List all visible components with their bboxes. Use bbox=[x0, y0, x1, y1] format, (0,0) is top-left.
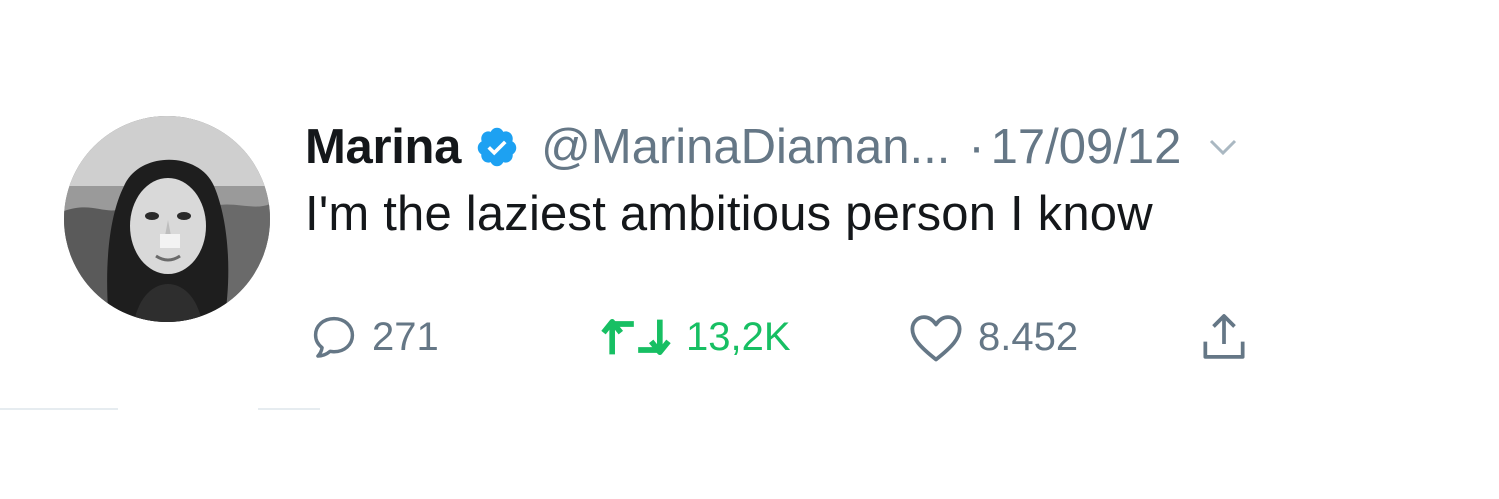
reply-button[interactable]: 271 bbox=[308, 307, 439, 367]
like-count: 8.452 bbox=[978, 314, 1079, 359]
tweet-date[interactable]: 17/09/12 bbox=[991, 119, 1182, 175]
divider-line bbox=[258, 408, 320, 410]
verified-badge-icon bbox=[475, 125, 519, 169]
reply-bubble-icon bbox=[313, 316, 355, 358]
tweet-card[interactable]: Marina @MarinaDiaman... · 17/09/12 I'm t… bbox=[0, 0, 1499, 499]
reply-count: 271 bbox=[372, 314, 439, 359]
author-handle[interactable]: @MarinaDiaman... bbox=[541, 119, 950, 175]
tweet-header: Marina @MarinaDiaman... · 17/09/12 bbox=[305, 112, 1241, 182]
share-upload-icon bbox=[1203, 314, 1245, 359]
separator-dot: · bbox=[968, 120, 985, 174]
like-button[interactable]: 8.452 bbox=[906, 307, 1078, 367]
tweet-text: I'm the laziest ambitious person I know bbox=[305, 187, 1153, 241]
share-button[interactable] bbox=[1192, 307, 1256, 367]
avatar[interactable] bbox=[64, 116, 270, 322]
heart-icon bbox=[910, 315, 962, 362]
divider-line bbox=[0, 408, 118, 410]
avatar-photo bbox=[64, 116, 270, 322]
retweet-count: 13,2K bbox=[686, 314, 791, 359]
author-name[interactable]: Marina bbox=[305, 119, 461, 175]
retweet-icon bbox=[601, 319, 671, 355]
retweet-button[interactable]: 13,2K bbox=[598, 307, 791, 367]
chevron-down-icon[interactable] bbox=[1205, 129, 1241, 165]
